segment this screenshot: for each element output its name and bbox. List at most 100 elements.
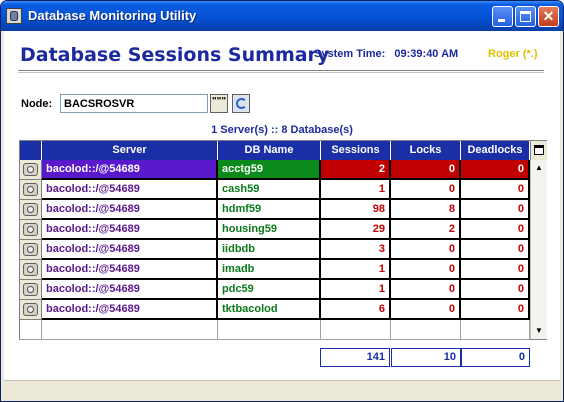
system-time: System Time: 09:39:40 AM xyxy=(314,48,458,60)
row-detail-icon[interactable] xyxy=(23,203,38,216)
page-title: Database Sessions Summary xyxy=(20,44,330,66)
current-user: Roger (*.) xyxy=(488,48,538,60)
sessions-cell[interactable]: 6 xyxy=(321,300,391,320)
locks-cell[interactable]: 0 xyxy=(391,240,461,260)
locks-cell[interactable]: 8 xyxy=(391,200,461,220)
server-cell[interactable]: bacolod::/@54689 xyxy=(42,220,218,240)
row-selector[interactable] xyxy=(20,200,42,220)
sessions-cell[interactable]: 2 xyxy=(321,160,391,180)
server-cell[interactable]: bacolod::/@54689 xyxy=(42,280,218,300)
table-row[interactable]: bacolod::/@54689 hdmf59 98 8 0 xyxy=(20,200,530,220)
sessions-grid: Server DB Name Sessions Locks Deadlocks … xyxy=(19,140,547,340)
row-detail-icon[interactable] xyxy=(23,163,38,176)
sessions-cell[interactable]: 1 xyxy=(321,280,391,300)
client-area: Database Sessions Summary System Time: 0… xyxy=(4,31,560,399)
row-selector[interactable] xyxy=(20,280,42,300)
server-cell[interactable]: bacolod::/@54689 xyxy=(42,300,218,320)
server-cell[interactable]: bacolod::/@54689 xyxy=(42,180,218,200)
row-detail-icon[interactable] xyxy=(23,243,38,256)
status-bar xyxy=(4,380,560,399)
column-header-sessions[interactable]: Sessions xyxy=(321,141,391,160)
table-row[interactable]: bacolod::/@54689 tktbacolod 6 0 0 xyxy=(20,300,530,320)
row-selector[interactable] xyxy=(20,300,42,320)
locks-cell[interactable]: 0 xyxy=(391,280,461,300)
deadlocks-cell[interactable]: 0 xyxy=(461,160,530,180)
db-name-cell[interactable]: acctg59 xyxy=(218,160,321,180)
deadlocks-cell[interactable]: 0 xyxy=(461,240,530,260)
sessions-cell[interactable]: 29 xyxy=(321,220,391,240)
grid-menu-button[interactable] xyxy=(530,141,547,160)
row-selector[interactable] xyxy=(20,260,42,280)
sessions-cell[interactable]: 1 xyxy=(321,180,391,200)
row-selector-header xyxy=(20,141,42,160)
browse-node-button[interactable]: """ xyxy=(210,94,228,113)
server-cell[interactable]: bacolod::/@54689 xyxy=(42,200,218,220)
sessions-cell[interactable]: 98 xyxy=(321,200,391,220)
column-header-locks[interactable]: Locks xyxy=(391,141,461,160)
scroll-up-icon[interactable]: ▲ xyxy=(531,160,547,176)
locks-cell[interactable] xyxy=(391,320,461,340)
row-selector[interactable] xyxy=(20,240,42,260)
db-name-cell[interactable] xyxy=(218,320,321,340)
db-name-cell[interactable]: pdc59 xyxy=(218,280,321,300)
app-window: Database Monitoring Utility ✕ Database S… xyxy=(0,0,564,402)
row-detail-icon[interactable] xyxy=(23,183,38,196)
close-icon: ✕ xyxy=(542,8,555,24)
locks-cell[interactable]: 0 xyxy=(391,300,461,320)
window-title: Database Monitoring Utility xyxy=(28,8,197,23)
db-name-cell[interactable]: cash59 xyxy=(218,180,321,200)
table-row[interactable]: bacolod::/@54689 housing59 29 2 0 xyxy=(20,220,530,240)
column-header-db-name[interactable]: DB Name xyxy=(218,141,321,160)
close-button[interactable]: ✕ xyxy=(538,6,559,27)
deadlocks-cell[interactable]: 0 xyxy=(461,260,530,280)
server-cell[interactable]: bacolod::/@54689 xyxy=(42,160,218,180)
table-row[interactable]: bacolod::/@54689 imadb 1 0 0 xyxy=(20,260,530,280)
title-bar[interactable]: Database Monitoring Utility ✕ xyxy=(1,1,563,31)
deadlocks-cell[interactable]: 0 xyxy=(461,220,530,240)
deadlocks-cell[interactable]: 0 xyxy=(461,280,530,300)
table-row[interactable]: bacolod::/@54689 pdc59 1 0 0 xyxy=(20,280,530,300)
row-detail-icon[interactable] xyxy=(23,303,38,316)
locks-cell[interactable]: 0 xyxy=(391,180,461,200)
db-name-cell[interactable]: tktbacolod xyxy=(218,300,321,320)
deadlocks-cell[interactable] xyxy=(461,320,530,340)
locks-cell[interactable]: 0 xyxy=(391,260,461,280)
db-name-cell[interactable]: iidbdb xyxy=(218,240,321,260)
node-input[interactable] xyxy=(60,94,208,113)
sessions-cell[interactable] xyxy=(321,320,391,340)
refresh-button[interactable] xyxy=(232,94,250,113)
row-detail-icon[interactable] xyxy=(23,263,38,276)
locks-cell[interactable]: 0 xyxy=(391,160,461,180)
deadlocks-cell[interactable]: 0 xyxy=(461,200,530,220)
db-name-cell[interactable]: housing59 xyxy=(218,220,321,240)
column-header-server[interactable]: Server xyxy=(42,141,218,160)
server-cell[interactable] xyxy=(42,320,218,340)
vertical-scrollbar[interactable]: ▲ ▼ xyxy=(530,160,547,339)
db-name-cell[interactable]: hdmf59 xyxy=(218,200,321,220)
sessions-cell[interactable]: 1 xyxy=(321,260,391,280)
table-row[interactable]: bacolod::/@54689 acctg59 2 0 0 xyxy=(20,160,530,180)
row-detail-icon[interactable] xyxy=(23,223,38,236)
maximize-button[interactable] xyxy=(515,6,536,27)
database-app-icon[interactable] xyxy=(6,8,22,24)
column-header-deadlocks[interactable]: Deadlocks xyxy=(461,141,530,160)
minimize-button[interactable] xyxy=(492,6,513,27)
row-selector[interactable] xyxy=(20,160,42,180)
deadlocks-cell[interactable]: 0 xyxy=(461,180,530,200)
sessions-cell[interactable]: 3 xyxy=(321,240,391,260)
db-name-cell[interactable]: imadb xyxy=(218,260,321,280)
locks-cell[interactable]: 2 xyxy=(391,220,461,240)
table-row[interactable]: bacolod::/@54689 iidbdb 3 0 0 xyxy=(20,240,530,260)
row-selector[interactable] xyxy=(20,220,42,240)
row-selector[interactable] xyxy=(20,180,42,200)
table-row[interactable]: bacolod::/@54689 cash59 1 0 0 xyxy=(20,180,530,200)
server-cell[interactable]: bacolod::/@54689 xyxy=(42,260,218,280)
deadlocks-cell[interactable]: 0 xyxy=(461,300,530,320)
row-selector[interactable] xyxy=(20,320,42,340)
system-time-value: 09:39:40 AM xyxy=(394,48,459,60)
server-cell[interactable]: bacolod::/@54689 xyxy=(42,240,218,260)
scroll-down-icon[interactable]: ▼ xyxy=(531,323,547,339)
empty-new-row[interactable] xyxy=(20,320,530,340)
maximize-icon xyxy=(520,11,531,22)
row-detail-icon[interactable] xyxy=(23,283,38,296)
